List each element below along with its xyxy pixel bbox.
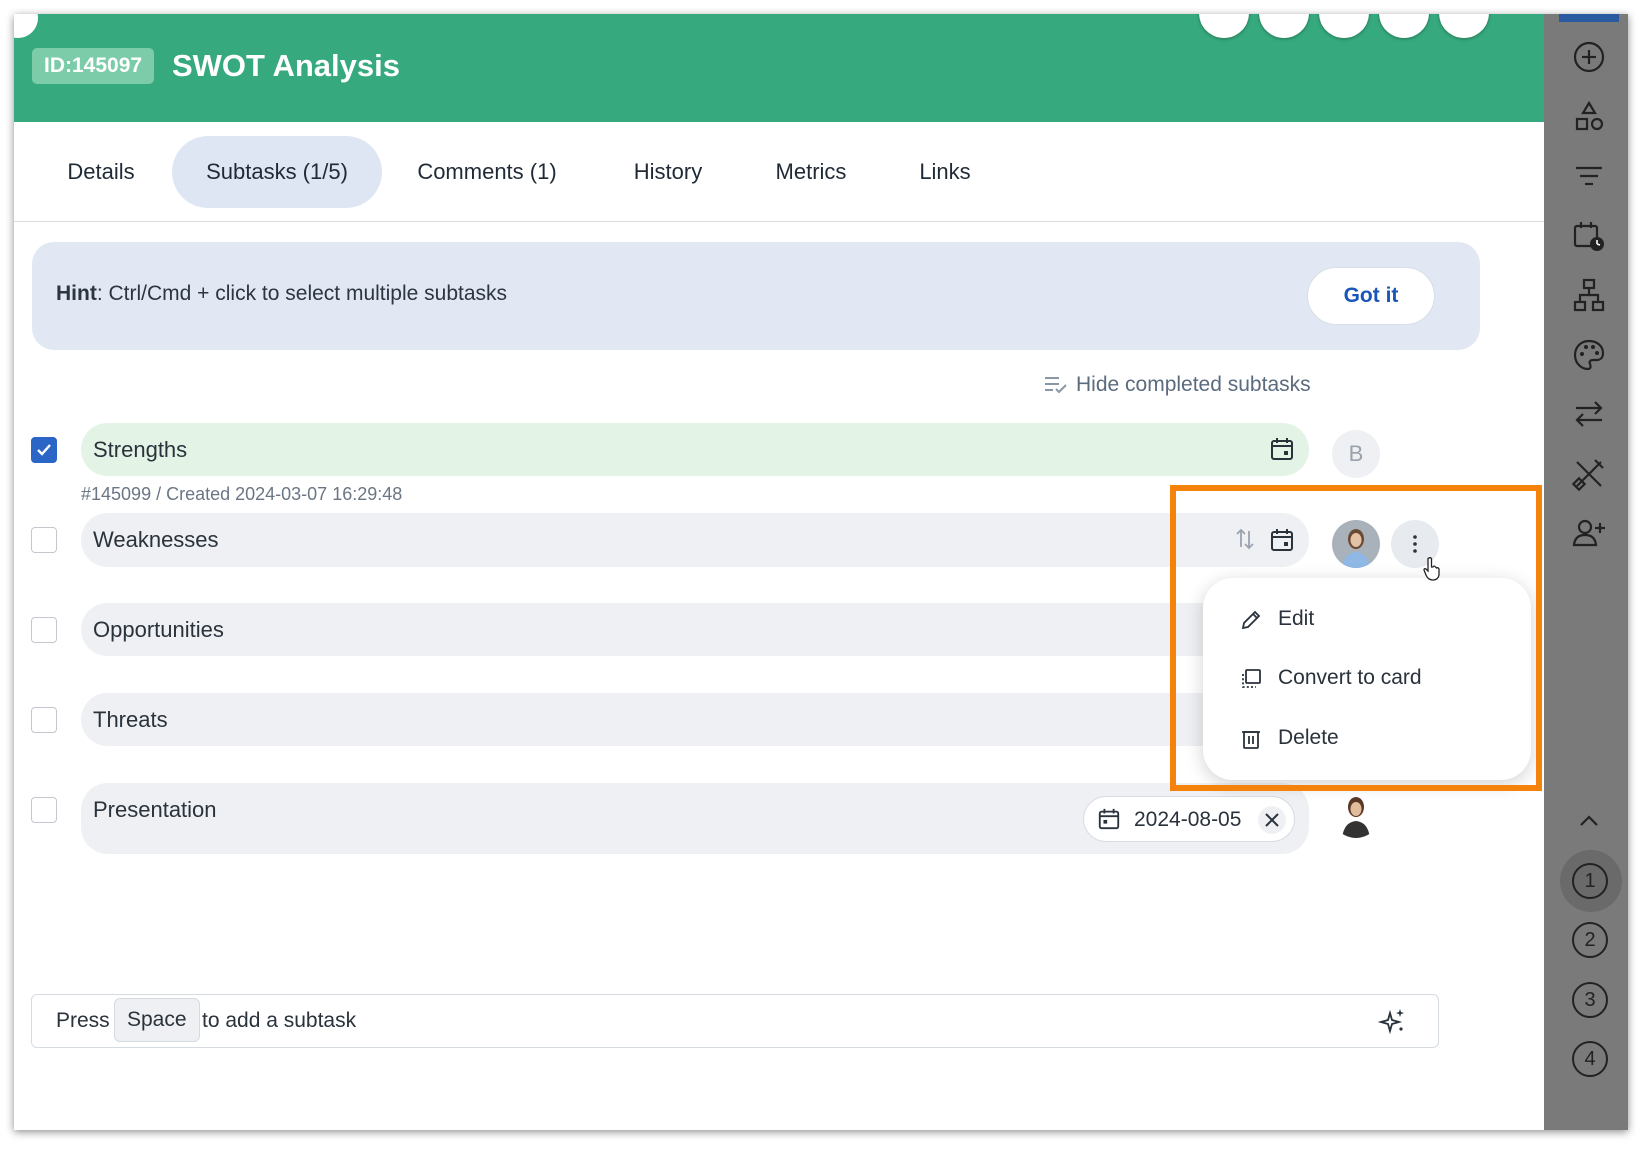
ai-sparkle-icon[interactable]	[1378, 1007, 1406, 1035]
subtask-row[interactable]: Opportunities	[81, 603, 1309, 656]
calendar-icon	[1098, 808, 1120, 830]
calendar-clock-icon[interactable]	[1559, 213, 1619, 259]
due-date-value: 2024-08-05	[1134, 808, 1242, 831]
subtask-label[interactable]: Weaknesses	[93, 527, 219, 553]
clear-date-button[interactable]	[1258, 806, 1286, 834]
subtask-checkbox[interactable]	[31, 437, 57, 463]
palette-icon[interactable]	[1559, 332, 1619, 378]
got-it-button[interactable]: Got it	[1307, 267, 1435, 325]
header-action-button[interactable]	[1379, 14, 1429, 38]
subtask-label[interactable]: Opportunities	[93, 617, 224, 643]
swap-icon[interactable]	[1559, 391, 1619, 437]
close-icon	[1265, 813, 1279, 827]
space-key-hint: Space	[114, 998, 200, 1042]
subtask-checkbox[interactable]	[31, 617, 57, 643]
subtask-meta: #145099 / Created 2024-03-07 16:29:48	[81, 484, 403, 504]
add-subtask-suffix: to add a subtask	[202, 1009, 357, 1032]
add-circle-icon[interactable]	[1559, 34, 1619, 80]
chevron-up-icon[interactable]	[1559, 798, 1619, 844]
annotation-highlight	[1170, 485, 1542, 791]
hide-completed-label: Hide completed subtasks	[1076, 373, 1311, 396]
tab-links[interactable]: Links	[900, 136, 990, 208]
due-date-chip[interactable]: 2024-08-05	[1083, 796, 1295, 842]
hint-label: Hint	[56, 282, 97, 305]
tab-subtasks[interactable]: Subtasks (1/5)	[172, 136, 382, 208]
subtask-checkbox[interactable]	[31, 797, 57, 823]
tab-history[interactable]: History	[610, 136, 726, 208]
avatar[interactable]	[1332, 790, 1380, 838]
hand-cursor-icon	[1423, 557, 1440, 581]
hint-message: : Ctrl/Cmd + click to select multiple su…	[96, 282, 508, 305]
tools-icon[interactable]	[1559, 451, 1619, 497]
shapes-icon[interactable]	[1559, 94, 1619, 140]
hint-banner: Hint: Ctrl/Cmd + click to select multipl…	[32, 242, 1480, 350]
header-action-button[interactable]	[1199, 14, 1249, 38]
subtask-checkbox[interactable]	[31, 707, 57, 733]
add-user-icon[interactable]	[1559, 510, 1619, 556]
step-3-button[interactable]: 3	[1572, 982, 1608, 1018]
header-action-button[interactable]	[1439, 14, 1489, 38]
tab-details[interactable]: Details	[46, 136, 156, 208]
card-window: ID:145097 SWOT Analysis Details Subtasks…	[14, 14, 1628, 1130]
card-title[interactable]: SWOT Analysis	[172, 46, 400, 86]
avatar[interactable]: B	[1332, 430, 1380, 478]
card-header: ID:145097 SWOT Analysis	[14, 14, 1544, 122]
subtask-row[interactable]: Threats	[81, 693, 1309, 746]
window-corner-button[interactable]	[14, 14, 38, 38]
hierarchy-icon[interactable]	[1559, 272, 1619, 318]
list-check-icon	[1045, 377, 1067, 394]
tab-metrics[interactable]: Metrics	[754, 136, 868, 208]
header-action-button[interactable]	[1259, 14, 1309, 38]
check-icon	[37, 444, 51, 456]
subtask-row[interactable]: Strengths	[81, 423, 1309, 476]
header-action-button[interactable]	[1319, 14, 1369, 38]
step-2-button[interactable]: 2	[1572, 922, 1608, 958]
subtask-label[interactable]: Presentation	[93, 797, 217, 823]
hint-text: Hint: Ctrl/Cmd + click to select multipl…	[56, 282, 507, 306]
add-subtask-press: Press	[56, 1009, 110, 1032]
subtask-checkbox[interactable]	[31, 527, 57, 553]
subtask-label[interactable]: Threats	[93, 707, 168, 733]
tab-comments[interactable]: Comments (1)	[402, 136, 572, 208]
toolbar-top-accent	[1559, 14, 1619, 22]
tab-bar: Details Subtasks (1/5) Comments (1) Hist…	[14, 122, 1544, 222]
subtask-row[interactable]: Weaknesses	[81, 513, 1309, 567]
step-4-button[interactable]: 4	[1572, 1041, 1608, 1077]
filter-icon[interactable]	[1559, 153, 1619, 199]
calendar-icon[interactable]	[1269, 436, 1295, 462]
add-subtask-input[interactable]: Press Space to add a subtask	[31, 994, 1439, 1048]
card-id-badge: ID:145097	[32, 48, 155, 84]
step-1-button[interactable]: 1	[1572, 863, 1608, 899]
subtask-label[interactable]: Strengths	[93, 437, 187, 463]
hide-completed-toggle[interactable]: Hide completed subtasks	[1044, 370, 1311, 400]
